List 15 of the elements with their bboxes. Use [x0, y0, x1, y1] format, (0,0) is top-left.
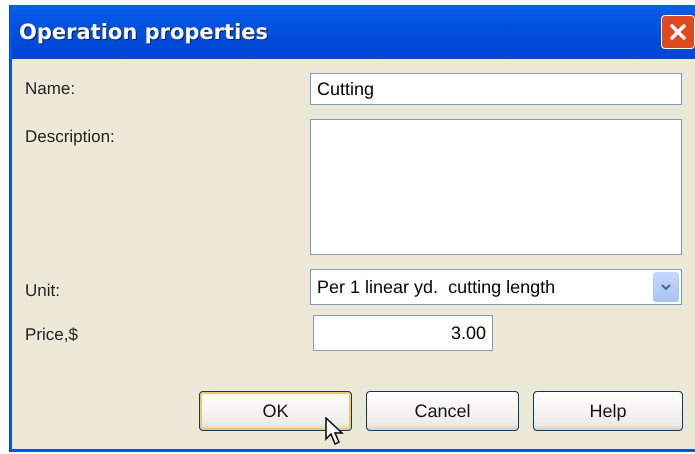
dialog-button[interactable]: Help [533, 391, 683, 431]
unit-dropdown[interactable]: Per 1 linear yd. cutting length [310, 269, 682, 305]
close-icon[interactable] [667, 21, 689, 43]
price-field[interactable]: 3.00 [313, 315, 493, 351]
field-label: Unit: [25, 280, 61, 301]
close-button[interactable] [661, 15, 695, 49]
field-label: Price,$ [25, 324, 79, 345]
field-label: Description: [25, 126, 116, 147]
field-label: Name: [25, 78, 76, 99]
dialog-button[interactable]: Cancel [366, 391, 519, 431]
window-title: Operation properties [19, 20, 268, 44]
mouse-pointer-icon [325, 417, 345, 447]
description-field[interactable] [310, 119, 682, 255]
name-field[interactable]: Cutting [310, 73, 682, 105]
dialog-button[interactable]: OK [199, 391, 352, 431]
